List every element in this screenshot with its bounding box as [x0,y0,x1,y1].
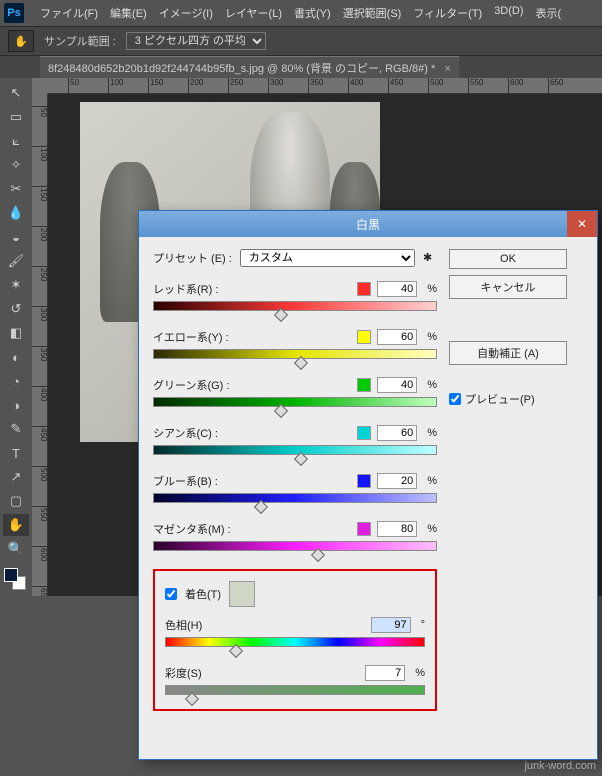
color-swatch-icon [357,282,371,296]
brush-tool-icon[interactable]: 🖌 [3,250,29,272]
auto-button[interactable]: 自動補正 (A) [449,341,567,365]
history-brush-icon[interactable]: ↺ [3,298,29,320]
healing-tool-icon[interactable]: ◒ [3,226,29,248]
preview-checkbox[interactable] [449,393,461,405]
red-slider[interactable] [153,301,437,311]
close-button[interactable]: ✕ [567,211,597,237]
shape-tool-icon[interactable]: ▢ [3,490,29,512]
cyan-input[interactable] [377,425,417,441]
sat-input[interactable] [365,665,405,681]
type-tool-icon[interactable]: T [3,442,29,464]
menu-item[interactable]: レイヤー(L) [219,3,288,23]
sat-label: 彩度(S) [165,665,359,681]
channel-magenta: マゼンタ系(M) :% [153,521,437,551]
zoom-tool-icon[interactable]: 🔍 [3,538,29,560]
gradient-tool-icon[interactable]: ◐ [3,346,29,368]
eraser-tool-icon[interactable]: ◧ [3,322,29,344]
menu-item[interactable]: 編集(E) [104,3,153,23]
channel-cyan: シアン系(C) :% [153,425,437,455]
dialog-title: 白黒 [356,216,380,233]
tint-label: 着色(T) [185,586,221,602]
tint-section: 着色(T) 色相(H) ° 彩度(S) % [153,569,437,711]
channel-blue: ブルー系(B) :% [153,473,437,503]
magenta-input[interactable] [377,521,417,537]
blue-slider[interactable] [153,493,437,503]
lasso-tool-icon[interactable]: ⟀ [3,130,29,152]
options-bar: ✋ サンプル範囲 : 3 ピクセル四方 の平均 [0,26,602,56]
color-swatch-icon [357,474,371,488]
preview-label: プレビュー(P) [465,391,535,407]
gear-icon[interactable]: ✱ [423,251,437,265]
sample-select[interactable]: 3 ピクセル四方 の平均 [126,32,266,50]
green-slider[interactable] [153,397,437,407]
menu-item[interactable]: 表示( [530,3,568,23]
black-white-dialog: 白黒 ✕ プリセット (E) : カスタム ✱ レッド系(R) :% イエロー系(… [138,210,598,760]
cancel-button[interactable]: キャンセル [449,275,567,299]
wand-tool-icon[interactable]: ✧ [3,154,29,176]
menu-item[interactable]: ファイル(F) [34,3,104,23]
menu-item[interactable]: イメージ(I) [153,3,219,23]
menu-bar: Ps ファイル(F)編集(E)イメージ(I)レイヤー(L)書式(Y)選択範囲(S… [0,0,602,26]
menu-item[interactable]: 選択範囲(S) [337,3,408,23]
color-swatch-icon [357,522,371,536]
move-tool-icon[interactable]: ↖ [3,82,29,104]
menu-item[interactable]: 3D(D) [488,3,529,23]
color-swatch-icon [357,426,371,440]
document-tab-bar: 8f248480d652b20b1d92f244744b95fb_s.jpg @… [0,56,602,78]
menu-item[interactable]: 書式(Y) [288,3,337,23]
watermark: junk-word.com [524,760,596,772]
hue-slider[interactable] [165,637,425,647]
color-swatch[interactable] [4,568,26,590]
tint-checkbox[interactable] [165,588,177,600]
tool-palette: ↖ ▭ ⟀ ✧ ✂ 💧 ◒ 🖌 ✶ ↺ ◧ ◐ ◔ ◑ ✎ T ↗ ▢ ✋ 🔍 [0,78,32,596]
eyedropper-tool-icon[interactable]: 💧 [3,202,29,224]
sample-label: サンプル範囲 : [44,33,116,49]
vertical-ruler: 5010015020025030035040045050055060065070… [32,94,48,596]
red-input[interactable] [377,281,417,297]
preset-select[interactable]: カスタム [240,249,415,267]
document-tab[interactable]: 8f248480d652b20b1d92f244744b95fb_s.jpg @… [40,56,459,79]
crop-tool-icon[interactable]: ✂ [3,178,29,200]
dodge-tool-icon[interactable]: ◑ [3,394,29,416]
horizontal-ruler: 50100150200250300350400450500550600650 [48,78,602,94]
close-icon[interactable]: × [444,63,450,75]
yellow-slider[interactable] [153,349,437,359]
hand-tool-icon[interactable]: ✋ [3,514,29,536]
ok-button[interactable]: OK [449,249,567,269]
yellow-input[interactable] [377,329,417,345]
menu-item[interactable]: フィルター(T) [407,3,488,23]
pen-tool-icon[interactable]: ✎ [3,418,29,440]
path-tool-icon[interactable]: ↗ [3,466,29,488]
green-input[interactable] [377,377,417,393]
channel-green: グリーン系(G) :% [153,377,437,407]
tint-color-swatch[interactable] [229,581,255,607]
stamp-tool-icon[interactable]: ✶ [3,274,29,296]
hue-input[interactable] [371,617,411,633]
tool-preset-icon[interactable]: ✋ [8,30,34,52]
sat-slider[interactable] [165,685,425,695]
blue-input[interactable] [377,473,417,489]
cyan-slider[interactable] [153,445,437,455]
channel-red: レッド系(R) :% [153,281,437,311]
color-swatch-icon [357,330,371,344]
app-logo: Ps [4,3,24,23]
preset-label: プリセット (E) : [153,250,232,266]
color-swatch-icon [357,378,371,392]
dialog-titlebar[interactable]: 白黒 ✕ [139,211,597,237]
magenta-slider[interactable] [153,541,437,551]
blur-tool-icon[interactable]: ◔ [3,370,29,392]
hue-label: 色相(H) [165,617,365,633]
channel-yellow: イエロー系(Y) :% [153,329,437,359]
marquee-tool-icon[interactable]: ▭ [3,106,29,128]
